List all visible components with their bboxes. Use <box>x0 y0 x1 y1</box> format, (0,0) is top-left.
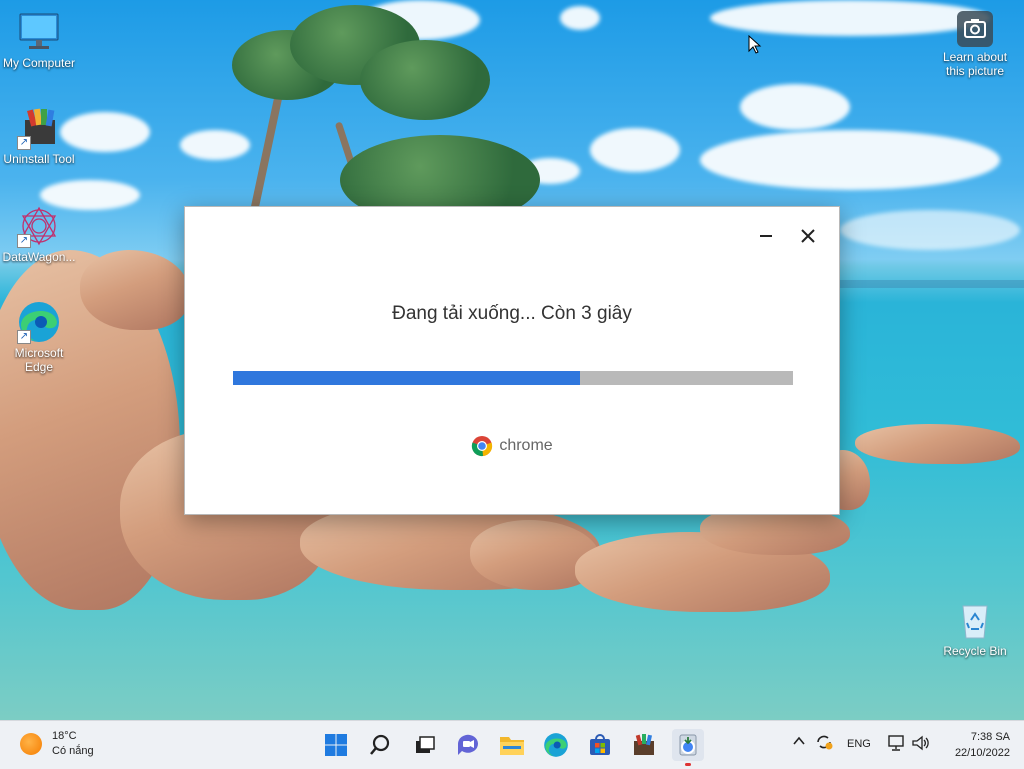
minimize-icon <box>760 235 772 237</box>
desktop-icon-recycle-bin[interactable]: Recycle Bin <box>936 598 1014 658</box>
chrome-installer-icon <box>679 734 697 756</box>
chrome-wordmark: chrome <box>499 437 553 454</box>
chrome-installer-taskbar-button[interactable] <box>672 729 704 766</box>
file-explorer-icon <box>500 737 524 755</box>
store-icon <box>590 734 610 755</box>
chrome-brand: chrome <box>185 435 839 457</box>
shortcut-arrow-icon: ↗ <box>17 330 31 344</box>
minimize-button[interactable] <box>751 223 781 249</box>
close-icon <box>801 229 815 243</box>
taskbar-edge-button[interactable] <box>540 729 572 761</box>
network-icon <box>888 735 904 751</box>
shortcut-arrow-icon: ↗ <box>17 234 31 248</box>
camera-icon <box>956 10 994 48</box>
download-status-text: Đang tải xuống... Còn 3 giây <box>392 303 632 324</box>
speaker-icon <box>912 735 929 751</box>
weather-widget[interactable]: 18°C Có nắng <box>20 729 94 759</box>
chrome-logo-icon <box>472 436 493 457</box>
file-explorer-button[interactable] <box>496 729 528 761</box>
sync-icon <box>817 735 833 750</box>
edge-icon <box>544 733 568 757</box>
network-button[interactable] <box>887 734 905 755</box>
show-hidden-icons-button[interactable] <box>792 735 806 750</box>
chat-icon <box>457 734 478 755</box>
language-indicator[interactable]: ENG <box>847 738 871 750</box>
chrome-installer-dialog: Đang tải xuống... Còn 3 giây chrome <box>184 206 840 515</box>
datawagon-icon: ↗ <box>17 204 61 248</box>
mouse-cursor-icon <box>748 35 762 54</box>
desktop-icon-label: Learn about this picture <box>942 50 1008 78</box>
desktop-icon-uninstall-tool[interactable]: ↗ Uninstall Tool <box>1 106 77 166</box>
taskbar-search-button[interactable] <box>364 729 396 761</box>
edge-icon: ↗ <box>17 300 61 344</box>
close-button[interactable] <box>793 223 823 249</box>
desktop-icon-label: My Computer <box>2 56 76 70</box>
taskbar: 18°C Có nắng ENG 7:38 SA 22/10/2022 <box>0 720 1024 769</box>
desktop-icon-label: Recycle Bin <box>943 644 1007 658</box>
desktop-icon-label: DataWagon... <box>2 250 76 264</box>
winrar-icon <box>634 734 654 755</box>
search-icon <box>370 734 390 755</box>
task-view-button[interactable] <box>408 729 440 761</box>
active-app-indicator <box>685 763 691 766</box>
store-button[interactable] <box>584 729 616 761</box>
desktop-icon-my-computer[interactable]: My Computer <box>1 10 77 70</box>
chat-button[interactable] <box>452 729 484 761</box>
update-tray-button[interactable] <box>815 733 833 754</box>
task-view-icon <box>416 736 435 753</box>
desktop-icon-label: Uninstall Tool <box>3 152 75 166</box>
download-progress-bar <box>233 371 793 385</box>
chevron-up-icon <box>793 736 805 745</box>
progress-fill <box>233 371 581 385</box>
winrar-button[interactable] <box>628 729 660 761</box>
recycle-bin-icon <box>953 598 997 642</box>
desktop-icon-edge[interactable]: ↗ Microsoft Edge <box>1 300 77 374</box>
shortcut-arrow-icon: ↗ <box>17 136 31 150</box>
desktop-icon-datawagon[interactable]: ↗ DataWagon... <box>1 204 77 264</box>
clock-date: 22/10/2022 <box>954 747 1010 759</box>
taskbar-clock[interactable]: 7:38 SA 22/10/2022 <box>955 729 1010 761</box>
weather-condition: Có nắng <box>52 745 94 757</box>
start-button[interactable] <box>320 729 352 761</box>
desktop-icon-learn-about-picture[interactable]: Learn about this picture <box>936 10 1014 78</box>
sun-icon <box>20 733 42 755</box>
clock-time: 7:38 SA <box>970 731 1010 743</box>
weather-temperature: 18°C <box>52 730 77 742</box>
desktop-icon-label: Microsoft Edge <box>14 346 64 374</box>
uninstall-tool-icon: ↗ <box>17 106 61 150</box>
monitor-icon <box>17 10 61 54</box>
windows-logo-icon <box>325 734 347 756</box>
volume-button[interactable] <box>911 734 931 755</box>
